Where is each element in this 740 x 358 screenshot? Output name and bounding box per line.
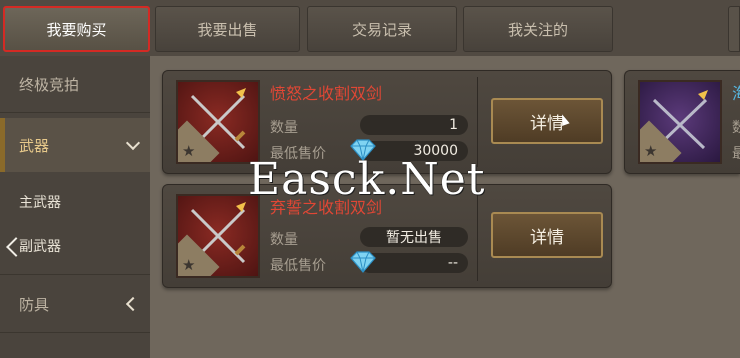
min-price-label: 最 xyxy=(732,143,740,163)
category-sidebar: 终极竞拍 武器 主武器 副武器 防具 xyxy=(0,56,150,358)
details-button[interactable]: 详情 xyxy=(491,212,603,258)
listing-card-partial: ★ 海 数 最 xyxy=(624,70,740,174)
tab-trade-history[interactable]: 交易记录 xyxy=(307,6,457,52)
quantity-label: 数量 xyxy=(270,232,298,248)
favorite-star-icon[interactable]: ★ xyxy=(182,142,195,160)
top-tab-bar: 我要购买 我要出售 交易记录 我关注的 xyxy=(0,0,740,56)
divider xyxy=(0,274,150,275)
quantity-label: 数 xyxy=(732,117,740,137)
sidebar-item-next[interactable] xyxy=(0,338,150,358)
item-name[interactable]: 海 xyxy=(732,80,740,104)
quantity-value: 1 xyxy=(360,115,468,135)
sidebar-item-label: 防具 xyxy=(19,295,50,314)
details-button[interactable]: 详情 xyxy=(491,98,603,144)
quantity-value: 暂无出售 xyxy=(360,227,468,247)
favorite-star-icon[interactable]: ★ xyxy=(644,142,657,160)
sidebar-item-armor[interactable]: 防具 xyxy=(0,282,150,326)
chevron-left-icon xyxy=(125,296,141,312)
tab-more[interactable] xyxy=(728,6,740,52)
sidebar-item-weapons[interactable]: 武器 xyxy=(0,118,150,172)
tab-sell[interactable]: 我要出售 xyxy=(155,6,300,52)
item-name[interactable]: 愤怒之收割双剑 xyxy=(270,80,382,104)
quantity-label: 数量 xyxy=(270,120,298,136)
watermark-text: Easck.Net xyxy=(248,154,486,205)
diamond-currency-icon xyxy=(350,251,376,273)
chevron-down-icon xyxy=(125,135,141,151)
item-icon[interactable]: ★ xyxy=(176,80,260,164)
divider xyxy=(0,332,150,333)
tab-buy[interactable]: 我要购买 xyxy=(3,6,150,52)
sidebar-item-label: 终极竞拍 xyxy=(19,75,80,94)
sidebar-item-label: 主武器 xyxy=(19,195,61,211)
item-icon[interactable]: ★ xyxy=(638,80,722,164)
favorite-star-icon[interactable]: ★ xyxy=(182,256,195,274)
min-price-label: 最低售价 xyxy=(270,258,326,274)
tab-watchlist[interactable]: 我关注的 xyxy=(463,6,613,52)
sidebar-item-ultimate-auction[interactable]: 终极竞拍 xyxy=(0,62,150,106)
item-icon[interactable]: ★ xyxy=(176,194,260,278)
divider xyxy=(0,112,150,113)
sidebar-item-label: 武器 xyxy=(19,136,50,155)
sidebar-item-main-weapon[interactable]: 主武器 xyxy=(0,182,150,222)
